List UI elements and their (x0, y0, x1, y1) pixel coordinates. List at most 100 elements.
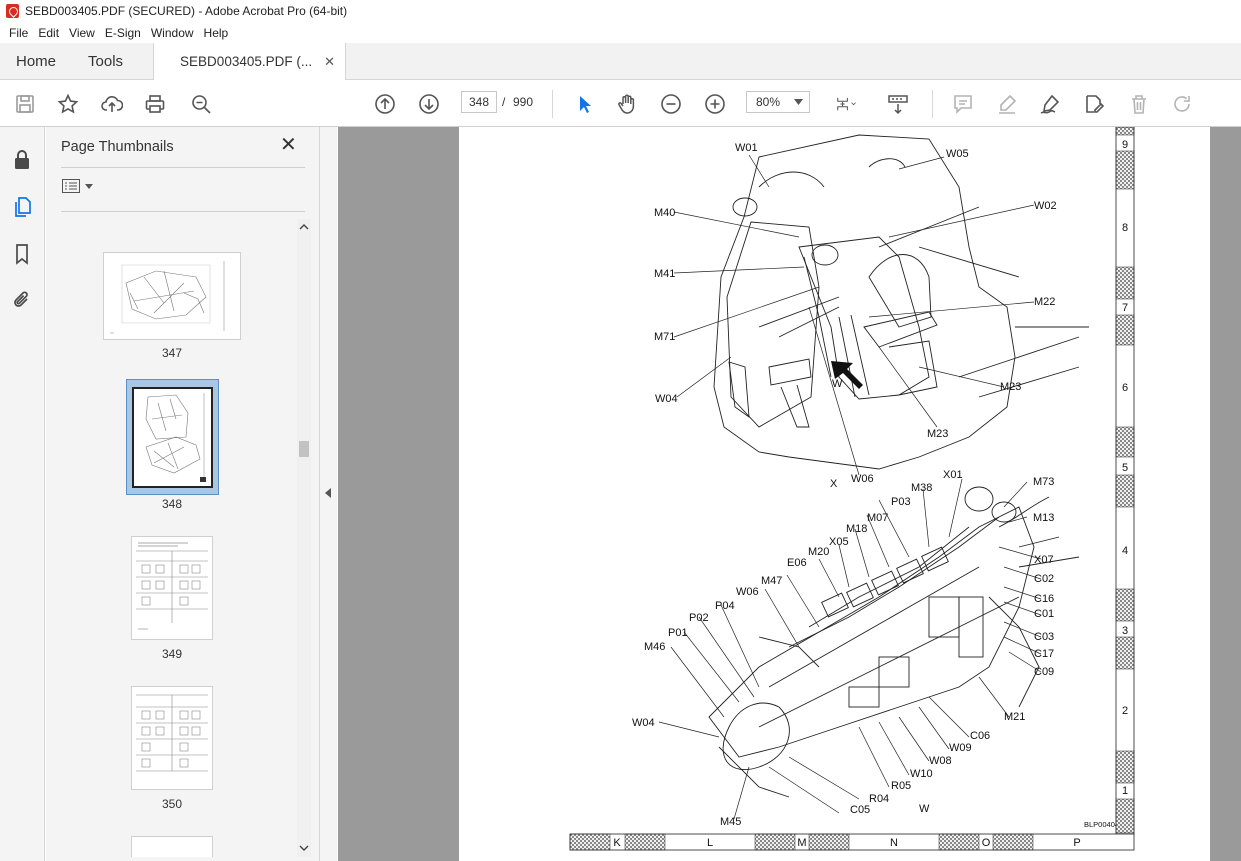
side-grid-scale: 9 8 7 6 5 4 3 2 1 (1115, 127, 1135, 836)
grid-column-label: K (613, 837, 621, 849)
callout-label: E06 (787, 557, 807, 569)
chevron-down-icon (794, 99, 803, 105)
menu-help[interactable]: Help (199, 26, 234, 40)
grid-row-label: 4 (1122, 545, 1128, 557)
hand-tool-icon[interactable] (614, 92, 640, 116)
next-page-icon[interactable] (416, 92, 442, 116)
tab-home[interactable]: Home (0, 43, 72, 79)
select-cursor-icon[interactable] (571, 92, 597, 116)
save-icon[interactable] (12, 92, 38, 116)
previous-page-icon[interactable] (372, 92, 398, 116)
zoom-in-icon[interactable] (702, 92, 728, 116)
close-icon[interactable]: ✕ (324, 54, 335, 70)
grid-row-label: 5 (1122, 462, 1128, 474)
sign-pen-icon[interactable] (1037, 92, 1063, 116)
grid-row-label: 7 (1122, 302, 1128, 314)
callout-label: R05 (891, 780, 911, 792)
callout-label: P02 (689, 612, 709, 624)
callout-label: W (919, 803, 930, 815)
callout-label: C17 (1034, 648, 1054, 660)
bookmarks-icon[interactable] (9, 241, 35, 267)
acrobat-window: SEBD003405.PDF (SECURED) - Adobe Acrobat… (0, 0, 1241, 861)
menu-view[interactable]: View (64, 26, 100, 40)
window-title: SEBD003405.PDF (SECURED) - Adobe Acrobat… (25, 4, 348, 18)
callout-label: M46 (644, 641, 665, 653)
callout-label: W06 (851, 473, 874, 485)
tab-bar: Home Tools SEBD003405.PDF (... ✕ (0, 43, 1241, 80)
tab-tools[interactable]: Tools (72, 43, 139, 79)
thumbnail-scrollbar[interactable] (297, 219, 311, 857)
document-view[interactable]: W01 W05 W02 M40 M41 M22 M71 W04 W M23 M2… (338, 127, 1241, 861)
panel-splitter[interactable] (319, 127, 337, 861)
page-fit-icon[interactable] (828, 92, 864, 116)
menu-file[interactable]: File (4, 26, 33, 40)
menu-edit[interactable]: Edit (33, 26, 64, 40)
total-pages: 990 (513, 95, 534, 109)
close-panel-icon[interactable]: ✕ (280, 135, 297, 155)
thumbnail-page-351[interactable] (131, 836, 213, 857)
thumbnail-label: 348 (161, 497, 183, 511)
print-icon[interactable] (142, 92, 168, 116)
callout-label: M38 (911, 482, 932, 494)
callout-label: P04 (715, 600, 735, 612)
zoom-search-icon[interactable] (188, 92, 214, 116)
callout-label: W05 (946, 148, 969, 160)
callout-label: W01 (735, 142, 758, 154)
scroll-mode-icon[interactable] (885, 92, 911, 116)
wiring-diagram: W01 W05 W02 M40 M41 M22 M71 W04 W M23 M2… (569, 127, 1135, 851)
thumbnail-page-348[interactable] (132, 387, 213, 488)
edit-pdf-icon[interactable] (1081, 92, 1107, 116)
highlight-pen-icon[interactable] (994, 92, 1020, 116)
callout-label: X01 (943, 469, 963, 481)
thumbnail-options-button[interactable] (62, 179, 93, 193)
callout-label: X (830, 478, 838, 490)
pdf-page: W01 W05 W02 M40 M41 M22 M71 W04 W M23 M2… (459, 127, 1210, 861)
callout-label: M45 (720, 816, 741, 828)
grid-column-label: P (1073, 837, 1080, 849)
bookmark-star-icon[interactable] (55, 92, 81, 116)
grid-column-label: M (797, 837, 806, 849)
redo-icon[interactable] (1169, 92, 1195, 116)
callout-label: X05 (829, 536, 849, 548)
callout-label: C03 (1034, 631, 1054, 643)
zoom-out-icon[interactable] (658, 92, 684, 116)
attachments-paperclip-icon[interactable] (9, 287, 35, 313)
trash-icon[interactable] (1126, 92, 1152, 116)
scroll-up-icon[interactable] (297, 222, 311, 232)
grid-column-label: N (890, 837, 898, 849)
upload-cloud-icon[interactable] (99, 92, 125, 116)
figure-code: BLP00404 (1084, 820, 1119, 829)
thumbnail-label: 349 (161, 647, 183, 661)
options-list-icon (62, 179, 80, 193)
page-separator: / (502, 95, 506, 109)
callout-label: X07 (1034, 554, 1054, 566)
thumbnail-page-347[interactable] (103, 252, 241, 340)
thumbnail-page-349[interactable] (131, 536, 213, 640)
zoom-dropdown[interactable]: 80% (746, 91, 810, 113)
comment-icon[interactable] (950, 92, 976, 116)
page-number-input[interactable] (461, 91, 497, 113)
page-thumbnails-icon[interactable] (9, 194, 35, 220)
page-thumbnails-panel: Page Thumbnails ✕ 347 348 349 350 (46, 127, 319, 861)
divider (61, 167, 305, 168)
callout-label: M23 (927, 428, 948, 440)
grid-row-label: 1 (1122, 785, 1128, 797)
divider (61, 211, 305, 212)
callout-label: C09 (1034, 666, 1054, 678)
scrollbar-thumb[interactable] (299, 441, 309, 457)
callout-label: M13 (1033, 512, 1054, 524)
collapse-panel-icon[interactable] (325, 488, 331, 498)
thumbnail-label: 347 (161, 346, 183, 360)
callout-label: W02 (1034, 200, 1057, 212)
callout-label: M41 (654, 268, 675, 280)
chevron-down-icon (85, 183, 93, 189)
menu-window[interactable]: Window (146, 26, 199, 40)
menu-esign[interactable]: E-Sign (100, 26, 146, 40)
lock-icon[interactable] (9, 147, 35, 173)
callout-label: W (832, 378, 843, 390)
callout-label: C02 (1034, 573, 1054, 585)
thumbnail-page-350[interactable] (131, 686, 213, 790)
tab-document[interactable]: SEBD003405.PDF (... ✕ (153, 43, 347, 80)
scroll-down-icon[interactable] (297, 843, 311, 853)
grid-row-label: 9 (1122, 139, 1128, 151)
